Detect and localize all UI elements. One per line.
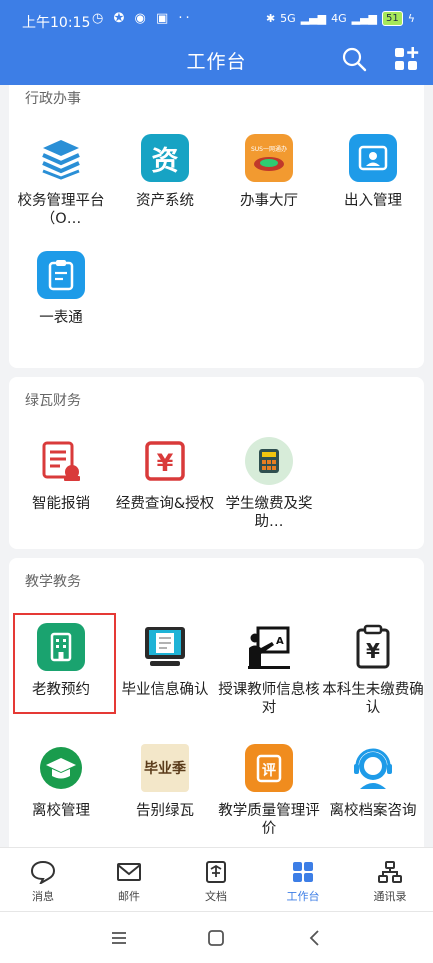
app-label: 办事大厅 bbox=[240, 193, 298, 209]
battery-icon: 51 bbox=[382, 11, 403, 26]
app-item[interactable]: 毕业季 告别绿瓦 bbox=[113, 744, 217, 838]
app-item[interactable]: SUS一网通办 办事大厅 bbox=[217, 134, 321, 228]
app-item[interactable]: 智能报销 bbox=[9, 437, 113, 531]
charging-icon: ϟ bbox=[407, 12, 415, 25]
network-5g: 5G bbox=[280, 12, 296, 25]
mail-icon bbox=[117, 863, 141, 881]
tab-label: 消息 bbox=[32, 890, 54, 903]
evaluate-glyph: 评 bbox=[262, 763, 276, 779]
svg-text:A: A bbox=[276, 636, 284, 647]
app-item[interactable]: 老教预约 bbox=[9, 623, 113, 717]
service-hall-icon: SUS一网通办 bbox=[245, 134, 293, 182]
bottom-tab-bar: 消息 邮件 文档 工作台 通讯录 bbox=[0, 847, 433, 911]
app-item[interactable]: 评 教学质量管理评价 bbox=[217, 744, 321, 838]
app-label: 一表通 bbox=[39, 310, 83, 326]
app-label: 校务管理平台（O… bbox=[17, 193, 105, 227]
building-icon bbox=[37, 623, 85, 671]
app-label: 智能报销 bbox=[32, 496, 90, 512]
graduation-info-icon bbox=[141, 623, 189, 671]
page-title: 工作台 bbox=[186, 51, 247, 73]
form-icon bbox=[37, 251, 85, 299]
hall-banner-text: SUS一网通办 bbox=[250, 145, 287, 153]
app-label: 离校档案咨询 bbox=[329, 803, 417, 819]
unpaid-icon: ¥ bbox=[349, 623, 397, 671]
app-label: 资产系统 bbox=[136, 193, 194, 209]
workbench-icon bbox=[293, 862, 313, 882]
tab-mail[interactable]: 邮件 bbox=[86, 860, 172, 904]
contacts-icon bbox=[378, 861, 402, 883]
app-label: 离校管理 bbox=[32, 803, 90, 819]
system-indicators: ✱ 5G ▂▄▆ 4G ▂▄▆ 51 ϟ bbox=[266, 11, 415, 26]
section-admin: 行政办事 校务管理平台（O… 资 资产系统 SUS一网通办 办事大厅 出入管理 … bbox=[9, 85, 424, 368]
app-item[interactable]: ¥ 经费查询&授权 bbox=[113, 437, 217, 531]
app-label: 告别绿瓦 bbox=[136, 803, 194, 819]
funds-icon: ¥ bbox=[141, 437, 189, 485]
yuan-glyph-2: ¥ bbox=[366, 639, 380, 663]
tab-contacts[interactable]: 通讯录 bbox=[347, 860, 433, 904]
evaluation-icon: 评 bbox=[245, 744, 293, 792]
app-item[interactable]: 学生缴费及奖助… bbox=[217, 437, 321, 531]
bluetooth-icon: ✱ bbox=[265, 12, 276, 25]
app-item[interactable]: 毕业信息确认 bbox=[113, 623, 217, 717]
tab-messages[interactable]: 消息 bbox=[0, 860, 86, 904]
tab-label: 通讯录 bbox=[373, 890, 407, 903]
app-item[interactable]: 离校管理 bbox=[9, 744, 113, 838]
app-item[interactable]: 离校档案咨询 bbox=[321, 744, 425, 838]
app-label: 老教预约 bbox=[32, 682, 90, 698]
home-icon[interactable] bbox=[206, 928, 226, 948]
search-icon[interactable] bbox=[341, 46, 367, 72]
workbench-content[interactable]: 行政办事 校务管理平台（O… 资 资产系统 SUS一网通办 办事大厅 出入管理 … bbox=[0, 85, 433, 847]
tab-documents[interactable]: 文档 bbox=[173, 860, 259, 904]
tab-label: 文档 bbox=[205, 890, 227, 903]
menu-icon[interactable] bbox=[109, 928, 129, 948]
section-academic: 教学教务 老教预约 毕业信息确认 A 授课教师信息核对 ¥ 本科生未缴费确认 离… bbox=[9, 558, 424, 847]
document-icon bbox=[206, 861, 226, 883]
reimburse-icon bbox=[37, 437, 85, 485]
status-time: 上午10:15 bbox=[22, 15, 91, 31]
teacher-icon: A bbox=[245, 623, 293, 671]
support-icon bbox=[349, 744, 397, 792]
app-item[interactable]: 一表通 bbox=[9, 251, 113, 345]
app-item[interactable]: 资 资产系统 bbox=[113, 134, 217, 228]
tab-label: 工作台 bbox=[286, 890, 320, 903]
app-label: 学生缴费及奖助… bbox=[225, 496, 313, 530]
app-label: 出入管理 bbox=[344, 193, 402, 209]
signal-icon-2: ▂▄▆ bbox=[351, 12, 377, 25]
app-header: 上午10:15 ◷ ✪ ◉ ▣ ·· ✱ 5G ▂▄▆ 4G ▂▄▆ 51 ϟ … bbox=[0, 0, 433, 85]
graduation-cap-icon bbox=[37, 744, 85, 792]
app-item[interactable]: A 授课教师信息核对 bbox=[217, 623, 321, 717]
farewell-icon: 毕业季 bbox=[141, 744, 189, 792]
tab-label: 邮件 bbox=[118, 890, 140, 903]
back-icon[interactable] bbox=[305, 928, 325, 948]
app-item[interactable]: 校务管理平台（O… bbox=[9, 134, 113, 228]
status-bar: 上午10:15 ◷ ✪ ◉ ▣ ·· ✱ 5G ▂▄▆ 4G ▂▄▆ 51 ϟ bbox=[0, 0, 433, 40]
asset-icon: 资 bbox=[141, 134, 189, 182]
access-icon bbox=[349, 134, 397, 182]
app-item[interactable]: 出入管理 bbox=[321, 134, 425, 228]
app-item[interactable]: ¥ 本科生未缴费确认 bbox=[321, 623, 425, 717]
section-title: 教学教务 bbox=[25, 574, 81, 590]
app-label: 本科生未缴费确认 bbox=[322, 682, 424, 716]
app-label: 教学质量管理评价 bbox=[218, 803, 320, 837]
signal-icon: ▂▄▆ bbox=[300, 12, 327, 25]
section-title: 绿瓦财务 bbox=[25, 393, 81, 409]
app-label: 毕业信息确认 bbox=[121, 682, 209, 698]
message-icon bbox=[30, 860, 56, 884]
app-label: 授课教师信息核对 bbox=[218, 682, 320, 716]
tab-workbench[interactable]: 工作台 bbox=[260, 860, 346, 904]
system-navigation-bar bbox=[0, 911, 433, 963]
layers-icon bbox=[37, 134, 85, 182]
yuan-glyph: ¥ bbox=[157, 449, 174, 477]
section-finance: 绿瓦财务 智能报销 ¥ 经费查询&授权 学生缴费及奖助… bbox=[9, 377, 424, 549]
app-label: 经费查询&授权 bbox=[115, 496, 215, 512]
calculator-icon bbox=[245, 437, 293, 485]
add-app-icon[interactable] bbox=[393, 46, 419, 72]
section-title: 行政办事 bbox=[25, 91, 81, 107]
notification-icons: ◷ ✪ ◉ ▣ ·· bbox=[92, 11, 193, 26]
network-4g: 4G bbox=[331, 12, 347, 25]
